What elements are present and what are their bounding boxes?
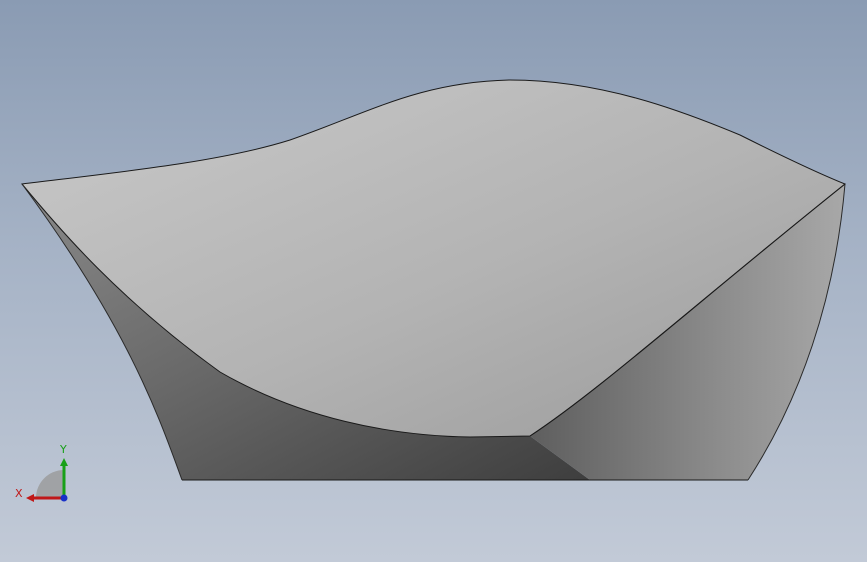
x-axis-label: X bbox=[15, 487, 23, 500]
x-axis-arrow-icon bbox=[26, 494, 34, 502]
triad-base-icon bbox=[36, 470, 64, 498]
z-axis-dot-icon bbox=[60, 494, 68, 502]
graphics-viewport[interactable]: X Y bbox=[0, 0, 867, 562]
coordinate-triad: X Y bbox=[15, 443, 68, 502]
3d-model-view[interactable] bbox=[0, 0, 867, 562]
y-axis-arrow-icon bbox=[60, 458, 68, 466]
y-axis-label: Y bbox=[59, 443, 67, 456]
